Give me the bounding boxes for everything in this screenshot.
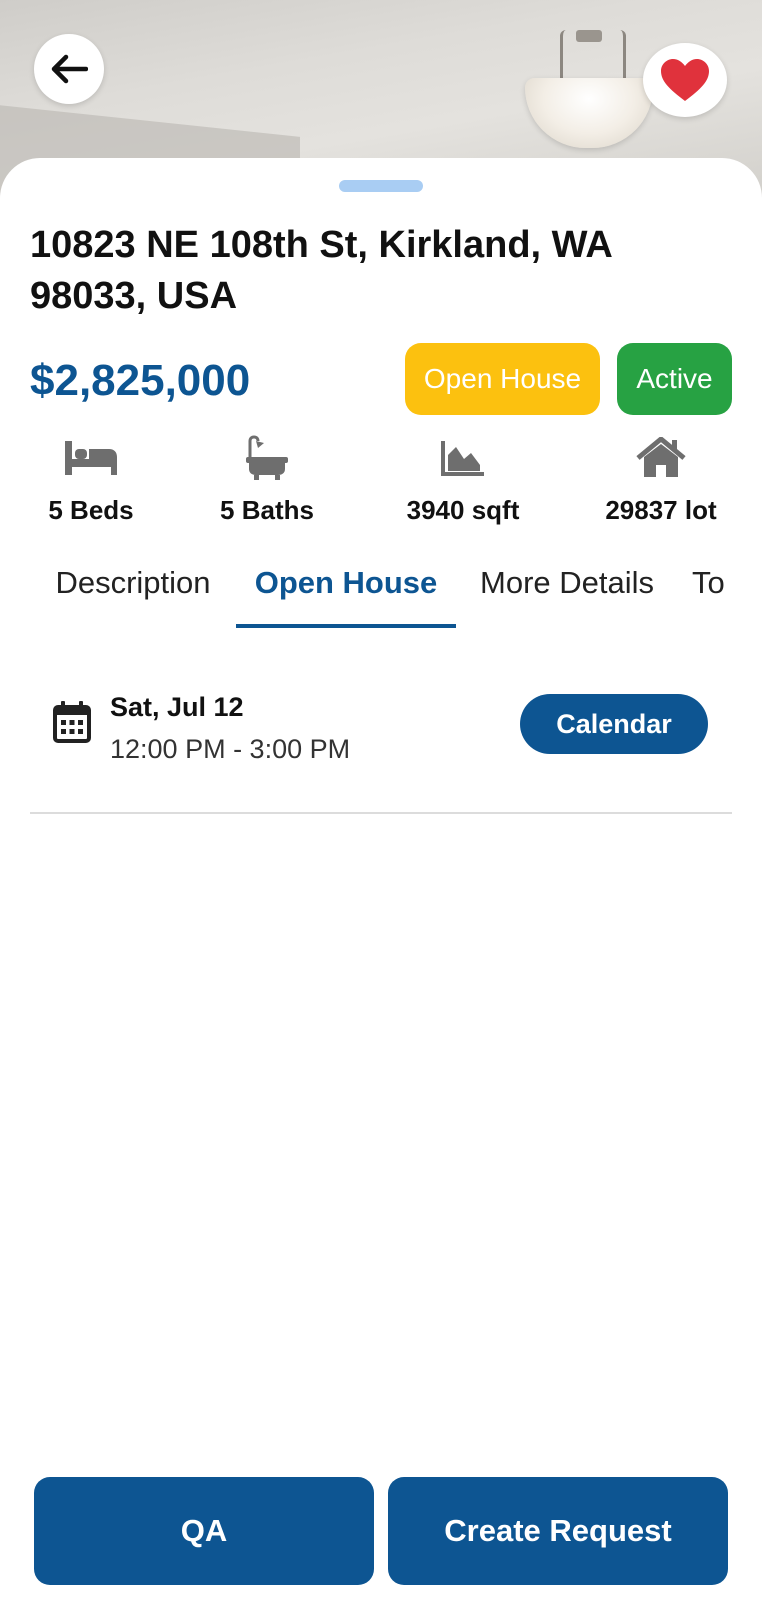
stat-baths: 5 Baths <box>182 433 352 526</box>
heart-icon <box>661 59 709 101</box>
calendar-icon <box>53 701 91 743</box>
stat-sqft-label: 3940 sqft <box>406 495 520 525</box>
tab-description[interactable]: Description <box>30 538 236 628</box>
bed-icon <box>65 441 117 475</box>
sheet-handle[interactable] <box>339 180 423 192</box>
listing-price: $2,825,000 <box>30 356 251 405</box>
add-to-calendar-button[interactable]: Calendar <box>520 694 708 754</box>
home-icon <box>636 437 686 477</box>
stat-lot: 29837 lot <box>576 433 746 526</box>
event-time: 12:00 PM - 3:00 PM <box>110 734 351 764</box>
ceiling-lamp <box>525 78 653 148</box>
tab-tour[interactable]: To <box>692 538 762 628</box>
bathtub-icon <box>246 435 288 480</box>
qa-button[interactable]: QA <box>34 1477 374 1585</box>
favorite-button[interactable] <box>643 43 727 117</box>
stat-sqft: 3940 sqft <box>378 433 548 526</box>
area-chart-icon <box>441 441 484 476</box>
stat-beds: 5 Beds <box>6 433 176 526</box>
back-button[interactable] <box>34 34 104 104</box>
active-tab-indicator <box>236 624 456 628</box>
create-request-button[interactable]: Create Request <box>388 1477 728 1585</box>
stat-baths-label: 5 Baths <box>220 495 314 525</box>
event-divider <box>30 812 732 814</box>
stat-beds-label: 5 Beds <box>48 495 134 525</box>
details-sheet: 10823 NE 108th St, Kirkland, WA 98033, U… <box>0 158 762 1600</box>
tab-open-house[interactable]: Open House <box>236 538 456 628</box>
listing-address: 10823 NE 108th St, Kirkland, WA 98033, U… <box>30 224 612 317</box>
stat-lot-label: 29837 lot <box>605 495 717 525</box>
arrow-left-icon <box>51 54 88 84</box>
tab-more-details[interactable]: More Details <box>464 538 670 628</box>
event-date: Sat, Jul 12 <box>110 692 244 722</box>
detail-tabs: Description Open House More Details To <box>0 538 762 628</box>
status-badge: Active <box>617 343 732 415</box>
open-house-event: Sat, Jul 12 12:00 PM - 3:00 PM Calendar <box>30 688 732 803</box>
open-house-badge: Open House <box>405 343 600 415</box>
